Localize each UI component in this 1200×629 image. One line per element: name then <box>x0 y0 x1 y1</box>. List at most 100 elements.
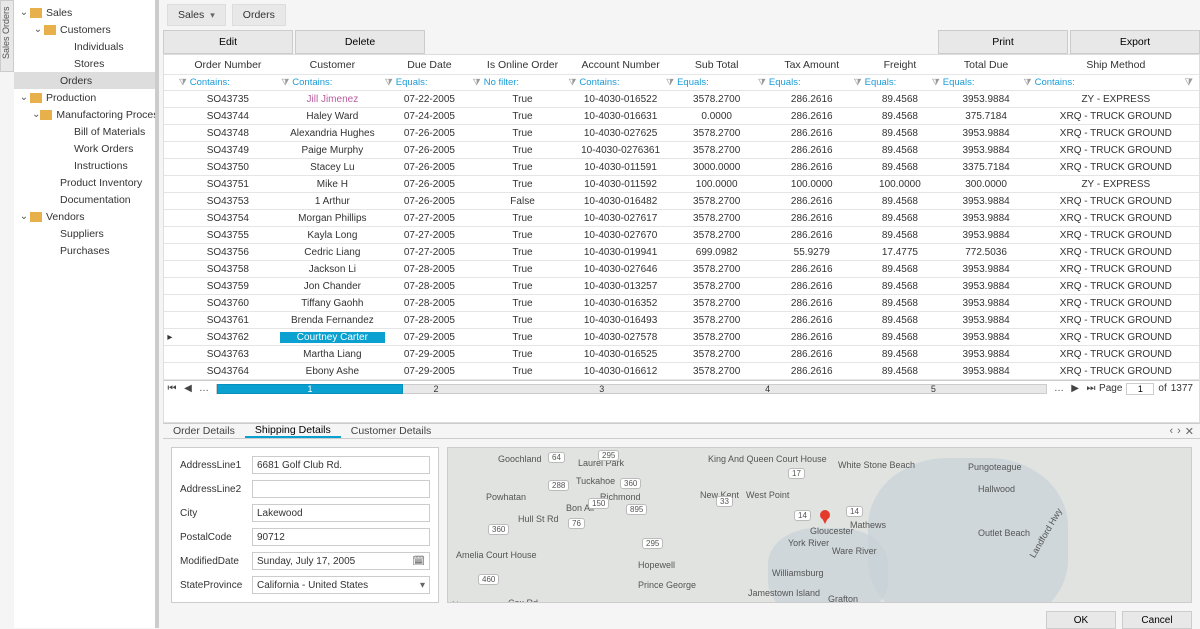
col-header[interactable]: Total Due <box>940 59 1033 71</box>
col-header[interactable]: Freight <box>860 59 939 71</box>
map-place-label: Cox Rd <box>508 598 538 603</box>
calendar-icon[interactable]: 🗓 <box>412 556 425 567</box>
addr1-field[interactable]: 6681 Golf Club Rd. <box>252 456 430 474</box>
tree-item[interactable]: Product Inventory <box>14 174 155 191</box>
cell: 286.2616 <box>763 349 860 360</box>
postal-field[interactable]: 90712 <box>252 528 430 546</box>
expand-icon[interactable]: ⌄ <box>32 24 44 35</box>
tree-item[interactable]: Work Orders <box>14 140 155 157</box>
print-button[interactable]: Print <box>938 30 1068 54</box>
cell: 3578.2700 <box>670 145 763 156</box>
col-filter[interactable]: ⧩Equals: <box>382 77 470 88</box>
pager-next[interactable]: ▶ <box>1067 383 1083 394</box>
expand-icon[interactable]: ⌄ <box>32 109 40 120</box>
tree-item[interactable]: ⌄Production <box>14 89 155 106</box>
table-row[interactable]: SO43744Haley Ward07-24-2005True10-4030-0… <box>164 108 1199 125</box>
table-row[interactable]: SO43759Jon Chander07-28-2005True10-4030-… <box>164 278 1199 295</box>
modified-field[interactable]: Sunday, July 17, 2005🗓 <box>252 552 430 570</box>
col-filter[interactable]: ⧩Equals: <box>929 77 1021 88</box>
cell: XRQ - TRUCK GROUND <box>1033 196 1199 207</box>
tree-item[interactable]: Suppliers <box>14 225 155 242</box>
tab-order-details[interactable]: Order Details <box>163 424 245 438</box>
delete-button[interactable]: Delete <box>295 30 425 54</box>
table-row[interactable]: SO43755Kayla Long07-27-2005True10-4030-0… <box>164 227 1199 244</box>
tree-item[interactable]: Orders <box>14 72 155 89</box>
tab-customer-details[interactable]: Customer Details <box>341 424 442 438</box>
tree-item[interactable]: ⌄Customers <box>14 21 155 38</box>
tree-item[interactable]: Bill of Materials <box>14 123 155 140</box>
table-row[interactable]: SO43763Martha Liang07-29-2005True10-4030… <box>164 346 1199 363</box>
pager-prev[interactable]: ◀ <box>180 383 196 394</box>
expand-icon[interactable]: ⌄ <box>18 92 30 103</box>
table-row[interactable]: ▸SO43762Courtney Carter07-29-2005True10-… <box>164 329 1199 346</box>
cell: 07-26-2005 <box>385 145 474 156</box>
table-row[interactable]: SO43761Brenda Fernandez07-28-2005True10-… <box>164 312 1199 329</box>
addr2-field[interactable] <box>252 480 430 498</box>
table-row[interactable]: SO437531 Arthur07-26-2005False10-4030-01… <box>164 193 1199 210</box>
table-row[interactable]: SO43754Morgan Phillips07-27-2005True10-4… <box>164 210 1199 227</box>
shipping-map[interactable]: GoochlandLaurel ParkKing And Queen Court… <box>447 447 1192 603</box>
col-filter[interactable]: ⧩Contains: <box>565 77 663 88</box>
tree-item[interactable]: Documentation <box>14 191 155 208</box>
state-field[interactable]: California - United States▾ <box>252 576 430 594</box>
cancel-button[interactable]: Cancel <box>1122 611 1192 629</box>
table-row[interactable]: SO43760Tiffany Gaohh07-28-2005True10-403… <box>164 295 1199 312</box>
folder-icon <box>44 25 56 35</box>
ok-button[interactable]: OK <box>1046 611 1116 629</box>
pager-track[interactable]: 1 2 3 4 5 <box>216 384 1047 394</box>
tree-label: Purchases <box>60 245 110 257</box>
pager-thumb[interactable]: 1 <box>217 384 403 394</box>
col-filter[interactable]: ⧩Contains: <box>278 77 382 88</box>
table-row[interactable]: SO43749Paige Murphy07-26-2005True10-4030… <box>164 142 1199 159</box>
expand-icon[interactable]: ⌄ <box>18 211 30 222</box>
panel-next-icon[interactable]: › <box>1177 425 1181 438</box>
panel-prev-icon[interactable]: ‹ <box>1169 425 1173 438</box>
filter-icon[interactable]: ⧩ <box>1185 77 1199 88</box>
pager-first[interactable]: ⏮ <box>164 383 180 394</box>
crumb-sales[interactable]: Sales▾ <box>167 4 226 26</box>
table-row[interactable]: SO43751Mike H07-26-2005True10-4030-01159… <box>164 176 1199 193</box>
tree-item[interactable]: Instructions <box>14 157 155 174</box>
tree-item[interactable]: ⌄Vendors <box>14 208 155 225</box>
col-filter[interactable]: ⧩Contains: <box>1021 77 1185 88</box>
vertical-tab[interactable]: Sales Orders <box>0 0 14 72</box>
city-field[interactable]: Lakewood <box>252 504 430 522</box>
table-row[interactable]: SO43764Ebony Ashe07-29-2005True10-4030-0… <box>164 363 1199 380</box>
tree-item[interactable]: Stores <box>14 55 155 72</box>
tree-label: Stores <box>74 58 104 70</box>
crumb-orders[interactable]: Orders <box>232 4 286 26</box>
col-header[interactable]: Is Online Order <box>474 59 571 71</box>
expand-icon[interactable]: ⌄ <box>18 7 30 18</box>
col-header[interactable]: Order Number <box>176 59 280 71</box>
col-header[interactable]: Tax Amount <box>763 59 860 71</box>
table-row[interactable]: SO43756Cedric Liang07-27-2005True10-4030… <box>164 244 1199 261</box>
tree-item[interactable]: ⌄Manufactoring Process <box>14 106 155 123</box>
cell: 3953.9884 <box>940 349 1033 360</box>
chevron-down-icon[interactable]: ▾ <box>420 580 425 591</box>
col-filter[interactable]: ⧩Equals: <box>663 77 755 88</box>
table-row[interactable]: SO43750Stacey Lu07-26-2005True10-4030-01… <box>164 159 1199 176</box>
tree-item[interactable]: ⌄Sales <box>14 4 155 21</box>
pager-last[interactable]: ⏭ <box>1083 383 1099 394</box>
panel-close-icon[interactable]: ✕ <box>1185 425 1194 438</box>
col-header[interactable]: Due Date <box>385 59 474 71</box>
col-header[interactable]: Account Number <box>571 59 670 71</box>
col-filter[interactable]: ⧩Equals: <box>755 77 851 88</box>
edit-button[interactable]: Edit <box>163 30 293 54</box>
tree-item[interactable]: Individuals <box>14 38 155 55</box>
col-header[interactable]: Ship Method <box>1033 59 1199 71</box>
export-button[interactable]: Export <box>1070 30 1200 54</box>
table-row[interactable]: SO43758Jackson Li07-28-2005True10-4030-0… <box>164 261 1199 278</box>
col-filter[interactable]: ⧩Equals: <box>851 77 929 88</box>
col-filter[interactable]: ⧩Contains: <box>176 77 279 88</box>
road-shield: 17 <box>788 468 805 479</box>
table-row[interactable]: SO43748Alexandria Hughes07-26-2005True10… <box>164 125 1199 142</box>
col-header[interactable]: Sub Total <box>670 59 763 71</box>
page-input[interactable] <box>1126 383 1154 395</box>
tab-shipping-details[interactable]: Shipping Details <box>245 424 341 438</box>
cell: Tiffany Gaohh <box>280 298 385 309</box>
table-row[interactable]: SO43735Jill Jimenez07-22-2005True10-4030… <box>164 91 1199 108</box>
col-filter[interactable]: ⧩No filter: <box>470 77 566 88</box>
col-header[interactable]: Customer <box>280 59 385 71</box>
tree-item[interactable]: Purchases <box>14 242 155 259</box>
